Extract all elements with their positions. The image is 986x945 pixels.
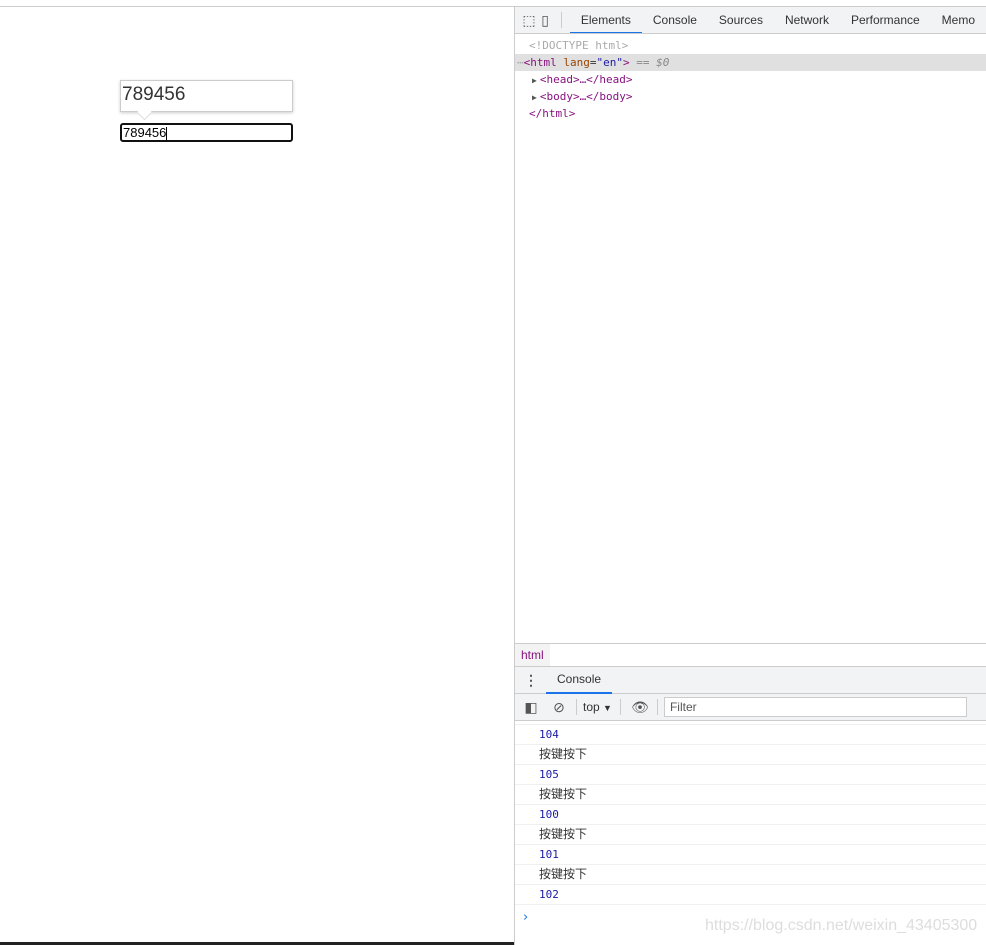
tab-console[interactable]: Console [642,7,708,33]
selected-marker: == $0 [636,56,670,69]
head-tag: <head>…</head> [539,73,633,86]
console-message: 按键按下 [515,745,986,765]
devtools-panel: ⬚ ▯ Elements Console Sources Network Per… [514,7,986,945]
dom-tree: <!DOCTYPE html> ⋯<html lang="en"> == $0 … [515,34,986,122]
input-value: 789456 [123,125,167,140]
html-tag: <html [523,56,557,69]
live-expression-eye-icon[interactable]: 👁 [629,699,651,716]
console-message: 105 [515,765,986,785]
tab-elements[interactable]: Elements [569,7,642,33]
divider [576,699,577,715]
page-viewport [0,7,514,945]
console-message: 按键按下 [515,785,986,805]
devtools-tabbar: ⬚ ▯ Elements Console Sources Network Per… [515,7,986,34]
filter-input[interactable]: Filter [663,697,967,717]
dom-head-node[interactable]: ▶ <head>…</head> [515,71,986,88]
lang-attr: lang [563,56,590,69]
body-tag: <body>…</body> [539,90,633,103]
input-tooltip: 789456 [120,80,293,112]
sidebar-toggle-icon[interactable]: ◧ [520,699,542,716]
dropdown-arrow-icon: ▼ [603,703,612,713]
console-message: 按键按下 [515,825,986,845]
tab-memory[interactable]: Memo [931,7,986,33]
console-log: 按键按下104按键按下105按键按下100按键按下101按键按下102 [515,721,986,921]
more-menu-icon[interactable]: ⋮ [520,672,542,689]
watermark: https://blog.csdn.net/weixin_43405300 [705,917,978,934]
dom-html-node[interactable]: ⋯<html lang="en"> == $0 [515,54,986,71]
console-message: 101 [515,845,986,865]
device-toolbar-icon[interactable]: ▯ [537,12,553,29]
drawer-tabbar: ⋮ Console [515,667,986,694]
inspect-element-icon[interactable]: ⬚ [521,12,537,29]
breadcrumb-html[interactable]: html [515,644,550,666]
clear-console-icon[interactable]: ⊘ [548,699,570,716]
console-message: 102 [515,885,986,905]
context-value: top [583,700,600,714]
drawer-tab-console[interactable]: Console [546,667,613,694]
console-message: 按键按下 [515,865,986,885]
text-input[interactable]: 789456 [120,123,293,142]
divider [619,699,621,715]
tag-close: > [623,56,630,69]
expand-triangle-icon[interactable]: ▶ [532,93,537,102]
divider [561,12,562,28]
dom-doctype: <!DOCTYPE html> [529,39,629,52]
tab-network[interactable]: Network [774,7,840,33]
console-message: 100 [515,805,986,825]
console-prompt-icon[interactable]: › [523,910,528,925]
lang-value: "en" [596,56,624,69]
text-caret [166,127,168,141]
console-message: 104 [515,725,986,745]
divider [656,699,658,715]
dom-html-close: </html> [529,107,576,120]
console-toolbar: ◧ ⊘ top ▼ 👁 Filter [515,694,986,721]
tab-performance[interactable]: Performance [840,7,931,33]
context-select[interactable]: top ▼ [583,700,612,714]
dom-body-node[interactable]: ▶ <body>…</body> [515,88,986,105]
expand-triangle-icon[interactable]: ▶ [532,76,537,85]
tab-sources[interactable]: Sources [708,7,774,33]
breadcrumb: html [515,643,986,667]
